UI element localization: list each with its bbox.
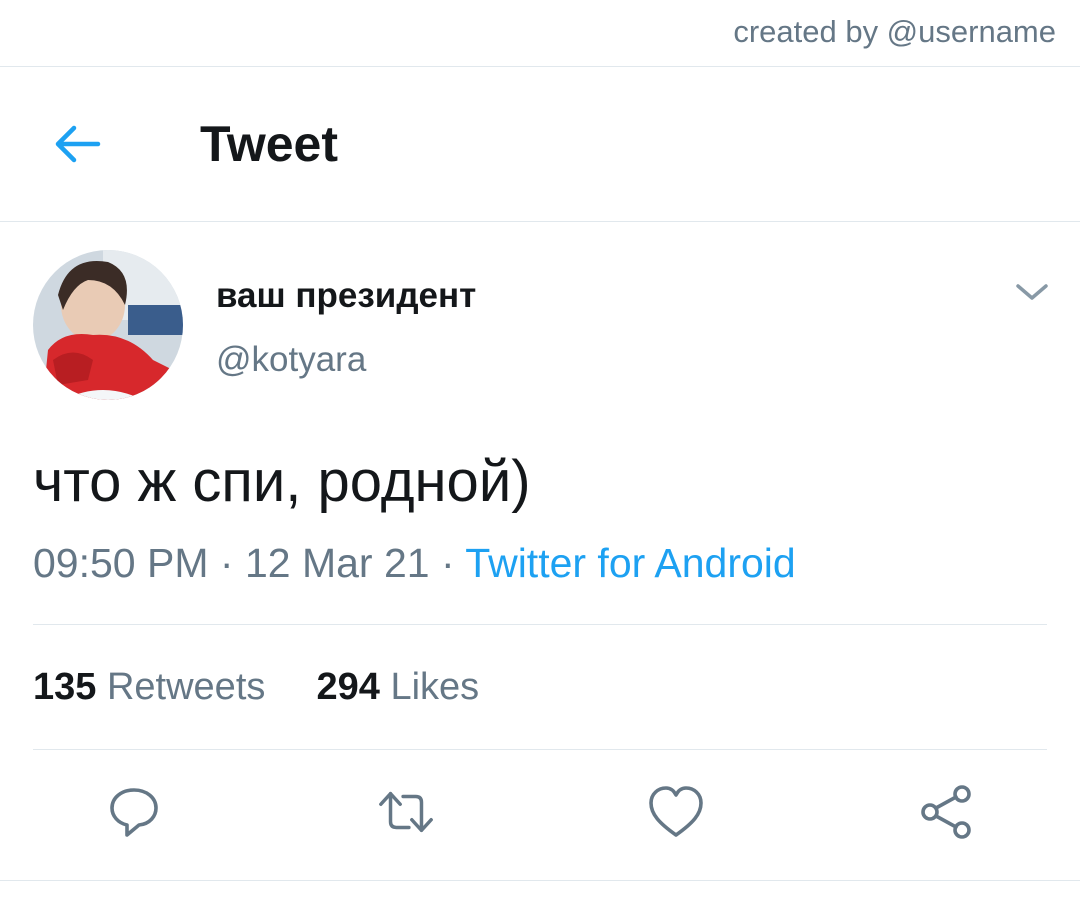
page-title: Tweet — [200, 116, 338, 172]
retweets-stat[interactable]: 135 Retweets — [33, 666, 265, 708]
watermark-credit: created by @username — [733, 14, 1056, 49]
avatar[interactable] — [33, 250, 183, 400]
action-bar — [0, 780, 1080, 850]
author-handle[interactable]: @kotyara — [216, 340, 366, 380]
avatar-image — [33, 250, 183, 400]
likes-stat[interactable]: 294 Likes — [317, 666, 480, 708]
tweet-date: 12 Mar 21 — [244, 540, 430, 586]
retweets-count: 135 — [33, 666, 97, 708]
more-options-button[interactable] — [1014, 280, 1050, 304]
share-icon — [921, 785, 971, 839]
divider — [33, 749, 1047, 750]
retweets-label: Retweets — [106, 666, 266, 708]
tweet-time: 09:50 PM — [33, 540, 209, 586]
reply-icon — [110, 788, 158, 837]
heart-icon — [649, 786, 703, 837]
back-button[interactable] — [48, 119, 108, 169]
tweet-source-link[interactable]: Twitter for Android — [465, 540, 795, 586]
tweet-text: что ж спи, родной) — [33, 449, 531, 514]
engagement-stats: 135 Retweets 294 Likes — [33, 666, 479, 709]
likes-count: 294 — [316, 666, 380, 708]
divider — [33, 624, 1047, 625]
reply-button[interactable] — [104, 780, 164, 844]
retweet-icon — [379, 791, 433, 833]
tweet-metadata: 09:50 PM · 12 Mar 21 · Twitter for Andro… — [33, 540, 796, 587]
meta-separator: · — [440, 540, 455, 586]
author-display-name[interactable]: ваш президент — [216, 276, 476, 316]
like-button[interactable] — [646, 780, 706, 844]
bottom-divider — [0, 880, 1080, 881]
arrow-left-icon — [55, 125, 101, 163]
meta-separator: · — [219, 540, 234, 586]
header-divider — [0, 221, 1080, 222]
chevron-down-icon — [1016, 284, 1048, 300]
likes-label: Likes — [390, 666, 480, 708]
share-button[interactable] — [916, 780, 976, 844]
retweet-button[interactable] — [376, 780, 436, 844]
header-bar: Tweet — [0, 67, 1080, 221]
